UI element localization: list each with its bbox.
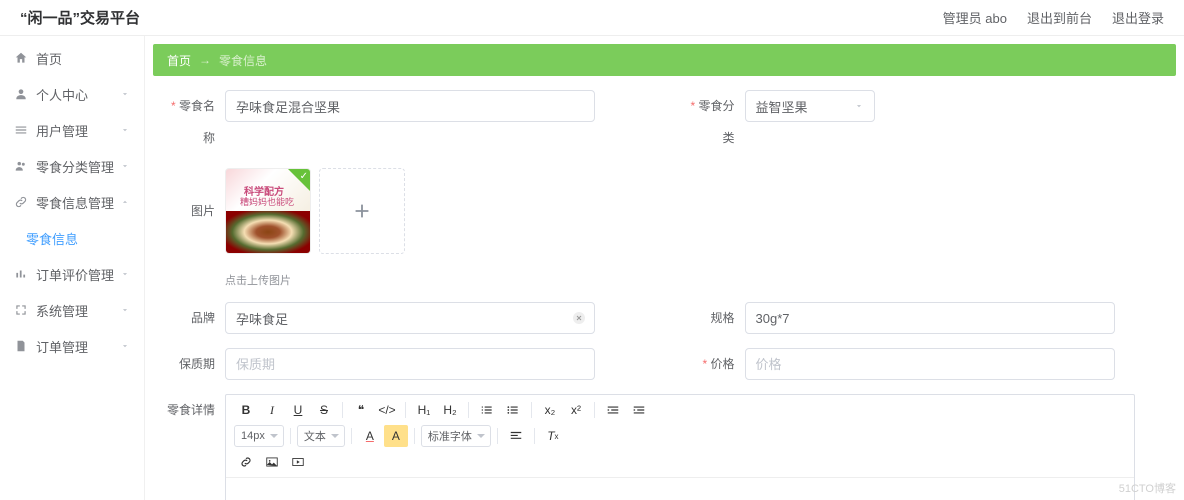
breadcrumb-current: 零食信息 xyxy=(219,52,267,69)
editor-body[interactable] xyxy=(226,478,1134,500)
sidebar-item-label: 订单评价管理 xyxy=(36,265,120,284)
list-icon xyxy=(14,123,28,137)
expand-icon xyxy=(14,303,28,317)
bgcolor-button[interactable]: A xyxy=(384,425,408,447)
sup-button[interactable]: x² xyxy=(564,399,588,421)
label-shelf: 保质期 xyxy=(165,348,225,380)
quote-button[interactable]: ❝ xyxy=(349,399,373,421)
home-icon xyxy=(14,51,28,65)
underline-button[interactable]: U xyxy=(286,399,310,421)
color-button[interactable]: A xyxy=(358,425,382,447)
doc-icon xyxy=(14,339,28,353)
chevron-up-icon xyxy=(120,197,130,207)
plus-icon xyxy=(351,200,373,222)
name-input[interactable] xyxy=(225,90,595,122)
sidebar-item-label: 零食信息管理 xyxy=(36,193,120,212)
upload-hint: 点击上传图片 xyxy=(225,272,405,288)
sidebar-item-users[interactable]: 用户管理 xyxy=(0,112,144,148)
label-price: 价格 xyxy=(685,348,745,380)
breadcrumb-home[interactable]: 首页 xyxy=(167,52,191,69)
sidebar-item-label: 零食分类管理 xyxy=(36,157,120,176)
sidebar-item-home[interactable]: 首页 xyxy=(0,40,144,76)
align-button[interactable] xyxy=(504,425,528,447)
users-icon xyxy=(14,159,28,173)
user-icon xyxy=(14,87,28,101)
clear-format-button[interactable]: Tx xyxy=(541,425,565,447)
chevron-down-icon xyxy=(120,89,130,99)
sidebar-item-label: 系统管理 xyxy=(36,301,120,320)
label-category: 零食分类 xyxy=(685,90,745,154)
video-button[interactable] xyxy=(286,451,310,473)
category-select[interactable]: 益智坚果 xyxy=(745,90,875,122)
editor-toolbar: B I U S ❝ </> H₁ H₂ xyxy=(226,395,1134,478)
sidebar-item-snack-category[interactable]: 零食分类管理 xyxy=(0,148,144,184)
h1-button[interactable]: H₁ xyxy=(412,399,436,421)
label-spec: 规格 xyxy=(685,302,745,334)
label-name: 零食名称 xyxy=(165,90,225,154)
image-button[interactable] xyxy=(260,451,284,473)
shelf-input[interactable] xyxy=(225,348,595,380)
strike-button[interactable]: S xyxy=(312,399,336,421)
brand-input[interactable] xyxy=(225,302,595,334)
chevron-down-icon xyxy=(120,125,130,135)
indent-button[interactable] xyxy=(627,399,651,421)
link-icon xyxy=(14,195,28,209)
check-icon: ✓ xyxy=(300,171,308,182)
price-input[interactable] xyxy=(745,348,1115,380)
header-admin[interactable]: 管理员 abo xyxy=(943,8,1007,27)
spec-input[interactable] xyxy=(745,302,1115,334)
thumb-text: 糟妈妈也能吃 xyxy=(240,195,294,208)
code-button[interactable]: </> xyxy=(375,399,399,421)
paragraph-select[interactable]: 文本 xyxy=(297,425,345,447)
header-to-front[interactable]: 退出到前台 xyxy=(1027,8,1092,27)
sidebar-item-system[interactable]: 系统管理 xyxy=(0,292,144,328)
upload-button[interactable] xyxy=(319,168,405,254)
breadcrumb: 首页 → 零食信息 xyxy=(153,44,1176,76)
fontfamily-select[interactable]: 标准字体 xyxy=(421,425,491,447)
sub-button[interactable]: x₂ xyxy=(538,399,562,421)
label-detail: 零食详情 xyxy=(165,394,225,426)
ol-button[interactable] xyxy=(475,399,499,421)
chevron-down-icon xyxy=(854,101,864,111)
italic-button[interactable]: I xyxy=(260,399,284,421)
sidebar-item-profile[interactable]: 个人中心 xyxy=(0,76,144,112)
sidebar-item-label: 个人中心 xyxy=(36,85,120,104)
outdent-button[interactable] xyxy=(601,399,625,421)
sidebar-item-orders[interactable]: 订单管理 xyxy=(0,328,144,364)
sidebar: 首页 个人中心 用户管理 零食分类管理 零食信息管理 零食信息 订单评价管理 xyxy=(0,36,145,500)
sidebar-item-label: 订单管理 xyxy=(36,337,120,356)
sidebar-sub-snack-info[interactable]: 零食信息 xyxy=(0,220,144,256)
fontsize-select[interactable]: 14px xyxy=(234,425,284,447)
chevron-down-icon xyxy=(120,269,130,279)
rich-editor: B I U S ❝ </> H₁ H₂ xyxy=(225,394,1135,500)
clear-icon[interactable] xyxy=(571,310,587,326)
ul-button[interactable] xyxy=(501,399,525,421)
bold-button[interactable]: B xyxy=(234,399,258,421)
link-button[interactable] xyxy=(234,451,258,473)
header-logout[interactable]: 退出登录 xyxy=(1112,8,1164,27)
sidebar-item-label: 首页 xyxy=(36,49,130,68)
h2-button[interactable]: H₂ xyxy=(438,399,462,421)
label-image: 图片 xyxy=(165,168,225,254)
chevron-down-icon xyxy=(120,161,130,171)
brand-title: “闲一品”交易平台 xyxy=(20,7,140,28)
breadcrumb-sep: → xyxy=(199,53,211,67)
image-thumbnail[interactable]: ✓ 科学配方 糟妈妈也能吃 xyxy=(225,168,311,254)
chevron-down-icon xyxy=(120,305,130,315)
sidebar-item-snack-info[interactable]: 零食信息管理 xyxy=(0,184,144,220)
chevron-down-icon xyxy=(120,341,130,351)
label-brand: 品牌 xyxy=(165,302,225,334)
bars-icon xyxy=(14,267,28,281)
sidebar-item-label: 用户管理 xyxy=(36,121,120,140)
sidebar-item-order-review[interactable]: 订单评价管理 xyxy=(0,256,144,292)
category-value: 益智坚果 xyxy=(756,97,808,116)
